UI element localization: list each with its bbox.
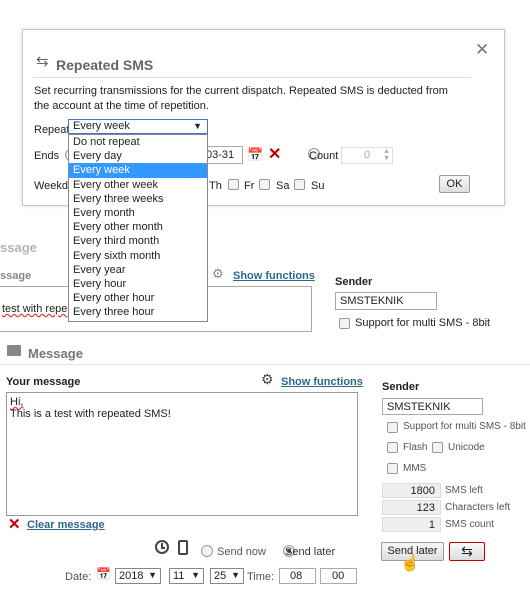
unicode-label: Unicode: [448, 442, 485, 453]
background-gear-icon[interactable]: ⚙: [212, 266, 224, 282]
mobile-icon[interactable]: [178, 540, 188, 555]
background-message-text: test with repe: [2, 303, 68, 315]
repeat-option[interactable]: Every other week: [69, 178, 207, 192]
repeat-option[interactable]: Every hour: [69, 277, 207, 291]
message-section-title: Message: [28, 346, 83, 361]
day-value: 25: [214, 570, 227, 582]
background-show-functions-link[interactable]: Show functions: [233, 270, 315, 282]
ok-button[interactable]: OK: [439, 175, 470, 193]
weekday-fr-checkbox[interactable]: [228, 179, 239, 190]
repeat-option[interactable]: Every year: [69, 263, 207, 277]
flash-label: Flash: [403, 442, 428, 453]
mms-checkbox[interactable]: [387, 463, 398, 474]
dialog-description: Set recurring transmissions for the curr…: [34, 85, 448, 112]
count-spinner-icon[interactable]: ▲ ▼: [383, 148, 390, 162]
calendar-icon-send[interactable]: 📅: [96, 567, 111, 581]
year-chevron-icon: ▼: [148, 570, 157, 580]
weekday-fr-label: Fr: [244, 180, 255, 192]
chevron-down-icon: ▼: [193, 121, 202, 131]
message-line-1: Hi,: [10, 396, 24, 408]
multi-sms-label: Support for multi SMS - 8bit: [403, 421, 526, 432]
time-label: Time:: [247, 571, 275, 583]
your-message-label: Your message: [6, 376, 81, 388]
month-value: 11: [173, 570, 185, 582]
repeat-option[interactable]: Every sixth month: [69, 249, 207, 263]
characters-left-value: 123: [382, 500, 441, 515]
weekday-th-label: Th: [209, 180, 222, 192]
repeat-option[interactable]: Every three weeks: [69, 192, 207, 206]
repeat-option[interactable]: Every three hour: [69, 305, 207, 319]
unicode-checkbox[interactable]: [432, 442, 443, 453]
close-icon[interactable]: ✕: [475, 40, 489, 60]
send-now-label: Send now: [217, 546, 266, 558]
repeat-select[interactable]: Every week ▼: [68, 119, 208, 134]
sender-label: Sender: [382, 381, 420, 393]
weekday-su-label: Su: [311, 180, 325, 192]
send-now-radio[interactable]: [201, 545, 213, 557]
count-value: 0: [363, 149, 371, 161]
minute-input[interactable]: 00: [320, 568, 357, 584]
repeat-option[interactable]: Every other month: [69, 220, 207, 234]
repeat-option[interactable]: Every day: [69, 149, 207, 163]
repeat-button-icon: ⇆: [461, 543, 473, 559]
repeat-option[interactable]: Every week: [69, 163, 207, 178]
dialog-divider: [33, 77, 471, 78]
month-select[interactable]: 11 ▼: [169, 568, 204, 584]
day-select[interactable]: 25 ▼: [210, 568, 244, 584]
sms-count-value: 1: [382, 517, 441, 532]
flash-checkbox[interactable]: [387, 442, 398, 453]
sender-input[interactable]: SMSTEKNIK: [382, 398, 483, 415]
send-later-label: Send later: [285, 546, 336, 558]
message-line-2: This is a test with repeated SMS!: [10, 408, 171, 420]
background-multi-sms-checkbox[interactable]: [339, 318, 350, 329]
background-sender-input[interactable]: SMSTEKNIK: [335, 292, 437, 310]
calendar-icon[interactable]: 📅: [247, 147, 263, 163]
dialog-title: Repeated SMS: [56, 57, 154, 73]
weekday-sa-label: Sa: [276, 180, 290, 192]
characters-left-label: Characters left: [445, 502, 511, 513]
repeat-dropdown: Do not repeat Every day Every week Every ot…: [68, 134, 208, 322]
year-select[interactable]: 2018 ▼: [115, 568, 161, 584]
month-chevron-icon: ▼: [191, 570, 200, 580]
hand-cursor-icon: ☝: [400, 555, 420, 572]
count-input[interactable]: 0 ▲ ▼: [341, 147, 393, 164]
background-section-title: ssage: [0, 240, 37, 255]
sms-left-value: 1800: [382, 483, 441, 498]
message-icon: [7, 345, 21, 356]
background-multi-sms-label: Support for multi SMS - 8bit: [355, 317, 491, 329]
repeat-option[interactable]: Every other hour: [69, 291, 207, 305]
ends-label: Ends: [34, 150, 60, 162]
repeat-option[interactable]: Do not repeat: [69, 135, 207, 149]
background-sender-label: Sender: [335, 276, 373, 288]
background-message-label: ssage: [0, 270, 32, 282]
count-label: Count: [309, 150, 339, 162]
repeat-option[interactable]: Every third month: [69, 234, 207, 248]
clear-date-icon[interactable]: ✕: [268, 144, 281, 164]
repeat-option[interactable]: Every month: [69, 206, 207, 220]
clear-icon[interactable]: ✕: [8, 515, 21, 533]
clear-message-link[interactable]: Clear message: [27, 519, 105, 531]
hour-input[interactable]: 08: [279, 568, 316, 584]
year-value: 2018: [119, 570, 144, 582]
repeat-icon: ⇆: [36, 53, 49, 70]
repeat-options-list: Do not repeat Every day Every week Every ot…: [69, 135, 207, 319]
clock-icon[interactable]: [155, 540, 169, 554]
sms-left-label: SMS left: [445, 485, 483, 496]
gear-icon[interactable]: ⚙: [261, 371, 274, 388]
weekday-sa-checkbox[interactable]: [259, 179, 270, 190]
date-label: Date:: [65, 571, 92, 583]
multi-sms-checkbox[interactable]: [387, 422, 398, 433]
weekday-su-checkbox[interactable]: [294, 179, 305, 190]
repeat-select-value: Every week: [73, 120, 130, 132]
show-functions-link[interactable]: Show functions: [281, 376, 363, 388]
message-textarea[interactable]: Hi, This is a test with repeated SMS!: [6, 392, 358, 516]
repeat-button[interactable]: ⇆: [449, 542, 485, 561]
mms-label: MMS: [403, 463, 427, 474]
ends-date-input[interactable]: 03-31: [203, 146, 243, 164]
repeat-label: Repeat: [34, 124, 70, 136]
message-section-header: Message: [0, 339, 530, 365]
sms-count-label: SMS count: [445, 519, 494, 530]
day-chevron-icon: ▼: [231, 570, 240, 580]
